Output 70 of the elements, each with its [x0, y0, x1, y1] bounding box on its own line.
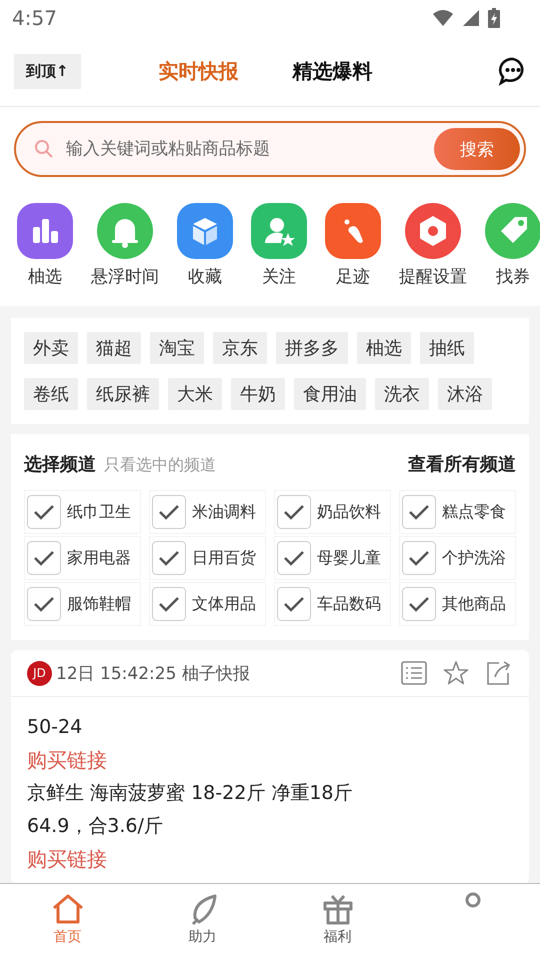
status-time: 4:57	[12, 6, 57, 30]
tag-chip[interactable]: 卷纸	[24, 378, 78, 410]
post-text: 64.9，合3.6/斤	[27, 814, 164, 839]
checkbox[interactable]	[402, 541, 436, 575]
all-channels-link[interactable]: 查看所有频道	[408, 452, 516, 476]
checkbox[interactable]	[277, 541, 311, 575]
checkbox[interactable]	[402, 587, 436, 621]
post-text: 京鲜生 海南菠萝蜜 18-22斤 净重18斤	[27, 781, 354, 806]
tag-chip[interactable]: 拼多多	[276, 332, 348, 364]
channel-label: 糕点零食	[442, 502, 506, 522]
checkbox[interactable]	[152, 587, 186, 621]
channel-label: 其他商品	[442, 594, 506, 614]
shortcut-label: 找券	[496, 266, 530, 288]
buy-link[interactable]: 购买链接	[27, 746, 513, 775]
checkbox[interactable]	[152, 495, 186, 529]
cube-icon[interactable]	[177, 203, 233, 259]
tag-chip[interactable]: 柚选	[357, 332, 411, 364]
tag-chip[interactable]: 京东	[213, 332, 267, 364]
tag-chip[interactable]: 沐浴	[438, 378, 492, 410]
section-hint: 只看选中的频道	[104, 455, 217, 476]
nav-label[interactable]: 福利	[324, 928, 352, 946]
channel-label: 母婴儿童	[317, 548, 381, 568]
tag-chip[interactable]: 外卖	[24, 332, 78, 364]
nav-label[interactable]: 助力	[188, 928, 216, 946]
shortcut-label: 柚选	[28, 266, 62, 288]
checkbox[interactable]	[277, 495, 311, 529]
signal-icon	[462, 9, 480, 27]
tag-chip[interactable]: 抽纸	[420, 332, 474, 364]
shortcut-label: 收藏	[188, 266, 222, 288]
shortcut-label: 悬浮时间	[91, 266, 159, 288]
channel-label: 家用电器	[67, 548, 131, 568]
search-icon	[34, 139, 54, 159]
list-icon[interactable]	[401, 661, 427, 685]
checkbox[interactable]	[27, 541, 61, 575]
battery-icon	[488, 8, 500, 28]
back-to-top-button[interactable]: 到顶↑	[14, 54, 81, 88]
channel-label: 米油调料	[192, 502, 256, 522]
share-icon[interactable]	[485, 660, 511, 686]
checkbox[interactable]	[27, 587, 61, 621]
checkbox[interactable]	[27, 495, 61, 529]
tab[interactable]: 实时快报	[158, 54, 238, 88]
star-icon[interactable]	[443, 660, 469, 686]
post-meta: 12日 15:42:25 柚子快报	[56, 662, 251, 684]
channel-label: 日用百货	[192, 548, 256, 568]
wifi-icon	[432, 9, 454, 27]
tag-chip[interactable]: 猫超	[87, 332, 141, 364]
section-title: 选择频道	[24, 453, 96, 476]
channel-label: 纸巾卫生	[67, 502, 131, 522]
tag-chip[interactable]: 淘宝	[150, 332, 204, 364]
channel-label: 车品数码	[317, 594, 381, 614]
channel-label: 奶品饮料	[317, 502, 381, 522]
checkbox[interactable]	[152, 541, 186, 575]
checkbox[interactable]	[402, 495, 436, 529]
channel-label: 个护洗浴	[442, 548, 506, 568]
tag-chip[interactable]: 纸尿裤	[87, 378, 159, 410]
tab[interactable]: 精选爆料	[292, 54, 372, 88]
shortcut-label: 关注	[262, 266, 296, 288]
tag-chip[interactable]: 大米	[168, 378, 222, 410]
bar-chart-icon[interactable]	[17, 203, 73, 259]
tag-chip[interactable]: 洗衣	[375, 378, 429, 410]
buy-link[interactable]: 购买链接	[27, 845, 513, 874]
channel-label: 服饰鞋帽	[67, 594, 131, 614]
tag-chip[interactable]: 牛奶	[231, 378, 285, 410]
store-badge: JD	[27, 660, 52, 686]
checkbox[interactable]	[277, 587, 311, 621]
shortcut-label: 提醒设置	[399, 266, 467, 288]
tag-chip[interactable]: 食用油	[294, 378, 366, 410]
shortcut-label: 足迹	[336, 266, 370, 288]
post-text: 50-24	[27, 715, 84, 740]
channel-label: 文体用品	[192, 594, 256, 614]
